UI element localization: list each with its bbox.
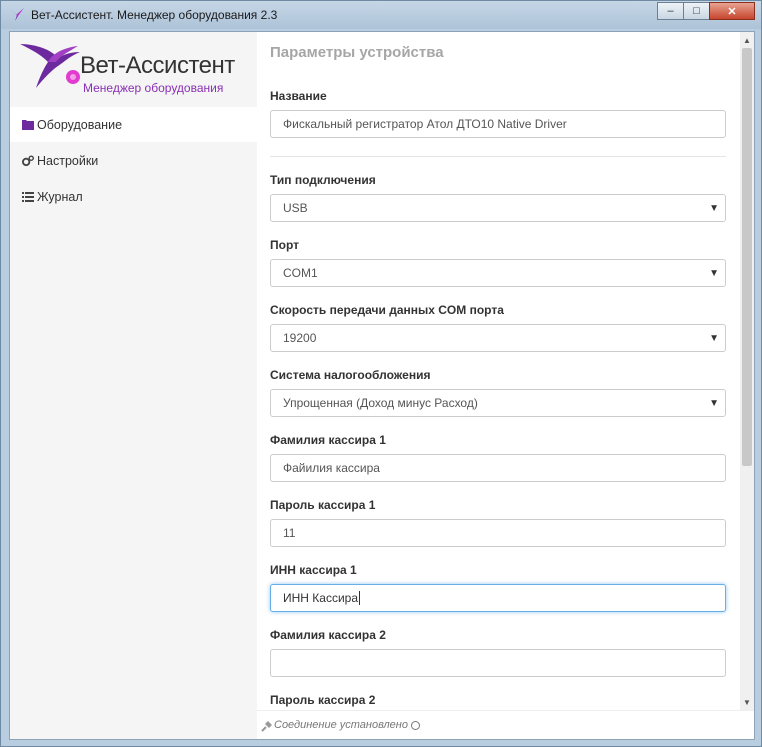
sidebar: Вет-Ассистент Менеджер оборудования Обор… [10,32,257,739]
sidebar-item-journal[interactable]: Журнал [10,179,257,214]
scrollbar-thumb[interactable] [742,48,752,466]
baud-rate-value: 19200 [283,331,317,345]
plug-icon [261,721,272,732]
name-input[interactable]: Фискальный регистратор Атол ДТО10 Native… [270,110,726,138]
page-title: Параметры устройства [270,44,444,61]
name-label: Название [270,89,327,103]
cashier2-name-input[interactable] [270,649,726,677]
cashier2-name-label: Фамилия кассира 2 [270,628,386,642]
caret-down-icon: ▼ [709,203,719,214]
sidebar-item-label: Оборудование [37,117,123,132]
caret-down-icon: ▼ [709,333,719,344]
connection-type-label: Тип подключения [270,173,376,187]
status-indicator-icon [411,721,420,730]
connection-status: Соединение установлено [274,719,408,731]
close-button[interactable]: ✕ [709,2,755,20]
brand-subtitle: Менеджер оборудования [83,81,224,95]
baud-rate-select[interactable]: 19200 ▼ [270,324,726,352]
caret-down-icon: ▼ [709,268,719,279]
minimize-button[interactable]: – [657,2,684,20]
caret-down-icon: ▼ [709,398,719,409]
hummingbird-icon [20,44,80,88]
cashier1-password-label: Пароль кассира 1 [270,498,376,512]
app-logo-icon [10,8,24,21]
gears-icon [22,155,34,167]
scroll-up-icon[interactable]: ▲ [740,32,754,48]
divider [270,156,726,157]
brand-title: Вет-Ассистент [80,52,235,79]
device-settings-panel: Параметры устройства Название Фискальный… [257,32,740,710]
tax-system-value: Упрощенная (Доход минус Расход) [283,396,478,410]
window-title: Вет-Ассистент. Менеджер оборудования 2.3 [31,8,278,22]
cashier2-password-label: Пароль кассира 2 [270,693,376,707]
cashier1-name-label: Фамилия кассира 1 [270,433,386,447]
connection-type-value: USB [283,201,308,215]
sidebar-item-equipment[interactable]: Оборудование [10,107,257,142]
sidebar-item-label: Журнал [37,189,83,204]
app-window: Вет-Ассистент. Менеджер оборудования 2.3… [0,0,762,747]
port-select[interactable]: COM1 ▼ [270,259,726,287]
window-controls: – □ ✕ [657,2,755,20]
port-label: Порт [270,238,300,252]
cashier1-inn-label: ИНН кассира 1 [270,563,357,577]
cashier1-name-value: Файилия кассира [283,461,380,475]
scroll-down-icon[interactable]: ▼ [740,694,754,710]
text-cursor [359,591,361,605]
sidebar-item-label: Настройки [37,153,99,168]
connection-type-select[interactable]: USB ▼ [270,194,726,222]
title-bar[interactable]: Вет-Ассистент. Менеджер оборудования 2.3… [1,1,761,29]
vertical-scrollbar[interactable]: ▲ ▼ [740,32,754,710]
baud-rate-label: Скорость передачи данных COM порта [270,303,504,317]
tax-system-label: Система налогообложения [270,368,431,382]
cashier1-inn-value: ИНН Кассира [283,591,359,605]
name-value: Фискальный регистратор Атол ДТО10 Native… [283,117,567,131]
tax-system-select[interactable]: Упрощенная (Доход минус Расход) ▼ [270,389,726,417]
sidebar-item-settings[interactable]: Настройки [10,143,257,178]
maximize-button[interactable]: □ [683,2,710,20]
list-icon [22,191,34,203]
port-value: COM1 [283,266,318,280]
folder-icon [22,119,34,131]
cashier1-name-input[interactable]: Файилия кассира [270,454,726,482]
brand-logo: Вет-Ассистент Менеджер оборудования [10,32,257,104]
cashier1-inn-input[interactable]: ИНН Кассира [270,584,726,612]
status-bar: Соединение установлено [257,710,754,739]
cashier1-password-input[interactable]: 11 [270,519,726,547]
client-area: Вет-Ассистент Менеджер оборудования Обор… [9,31,755,740]
cashier1-password-value: 11 [283,526,296,540]
